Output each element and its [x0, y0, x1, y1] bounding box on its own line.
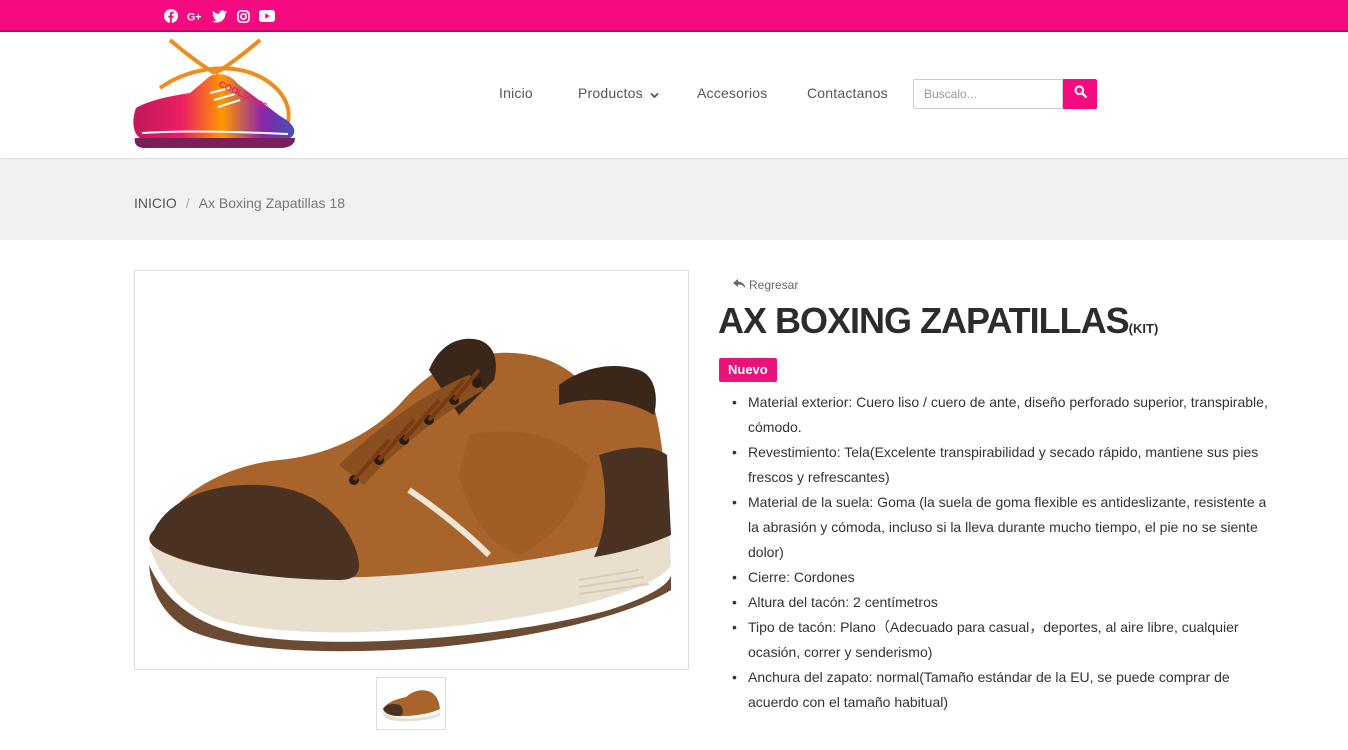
instagram-icon[interactable]: [235, 8, 251, 24]
search-icon: [1074, 85, 1087, 103]
feature-item: Material exterior: Cuero liso / cuero de…: [730, 390, 1275, 440]
product-main-image[interactable]: [134, 270, 689, 670]
back-link[interactable]: Regresar: [733, 278, 798, 292]
youtube-icon[interactable]: [259, 8, 275, 24]
feature-item: Tipo de tacón: Plano（Adecuado para casua…: [730, 615, 1275, 665]
chevron-down-icon: [650, 86, 659, 102]
feature-item: Material de la suela: Goma (la suela de …: [730, 490, 1275, 565]
feature-item: Revestimiento: Tela(Excelente transpirab…: [730, 440, 1275, 490]
breadcrumb-separator: /: [185, 195, 190, 211]
social-links: G+: [163, 8, 275, 24]
breadcrumb-bar: INICIO / Ax Boxing Zapatillas 18: [0, 160, 1348, 240]
search-button[interactable]: [1063, 79, 1097, 109]
nav-item-productos[interactable]: Productos: [578, 85, 659, 102]
new-badge: Nuevo: [719, 358, 777, 382]
feature-item: Altura del tacón: 2 centímetros: [730, 590, 1275, 615]
product-title-text: AX BOXING ZAPATILLAS: [718, 300, 1130, 341]
nav-item-productos-label: Productos: [578, 85, 643, 101]
google-plus-icon[interactable]: G+: [187, 8, 203, 24]
breadcrumb: INICIO / Ax Boxing Zapatillas 18: [134, 195, 345, 211]
product-title-suffix: (KIT): [1128, 321, 1159, 336]
site-logo[interactable]: COOLShoes: [130, 38, 300, 152]
search-input[interactable]: [913, 79, 1063, 109]
nav-item-inicio[interactable]: Inicio: [499, 85, 533, 101]
product-thumbnail[interactable]: [376, 677, 446, 730]
product-features: Material exterior: Cuero liso / cuero de…: [730, 390, 1275, 715]
product-title: AX BOXING ZAPATILLAS(KIT): [718, 300, 1158, 342]
top-bar: G+: [0, 0, 1348, 32]
shoe-image: [139, 275, 684, 665]
reply-arrow-icon: [733, 278, 746, 292]
facebook-icon[interactable]: [163, 8, 179, 24]
back-link-label: Regresar: [749, 278, 799, 292]
breadcrumb-home[interactable]: INICIO: [134, 195, 177, 211]
nav-item-contactanos[interactable]: Contactanos: [807, 85, 888, 101]
svg-text:G+: G+: [187, 11, 202, 22]
feature-item: Anchura del zapato: normal(Tamaño estánd…: [730, 665, 1275, 715]
breadcrumb-current: Ax Boxing Zapatillas 18: [198, 195, 345, 211]
nav-item-accesorios[interactable]: Accesorios: [697, 85, 767, 101]
shoe-thumbnail-image: [380, 681, 442, 726]
site-header: COOLShoes Inicio Productos Accesorios Co…: [0, 32, 1348, 159]
feature-item: Cierre: Cordones: [730, 565, 1275, 590]
twitter-icon[interactable]: [211, 8, 227, 24]
